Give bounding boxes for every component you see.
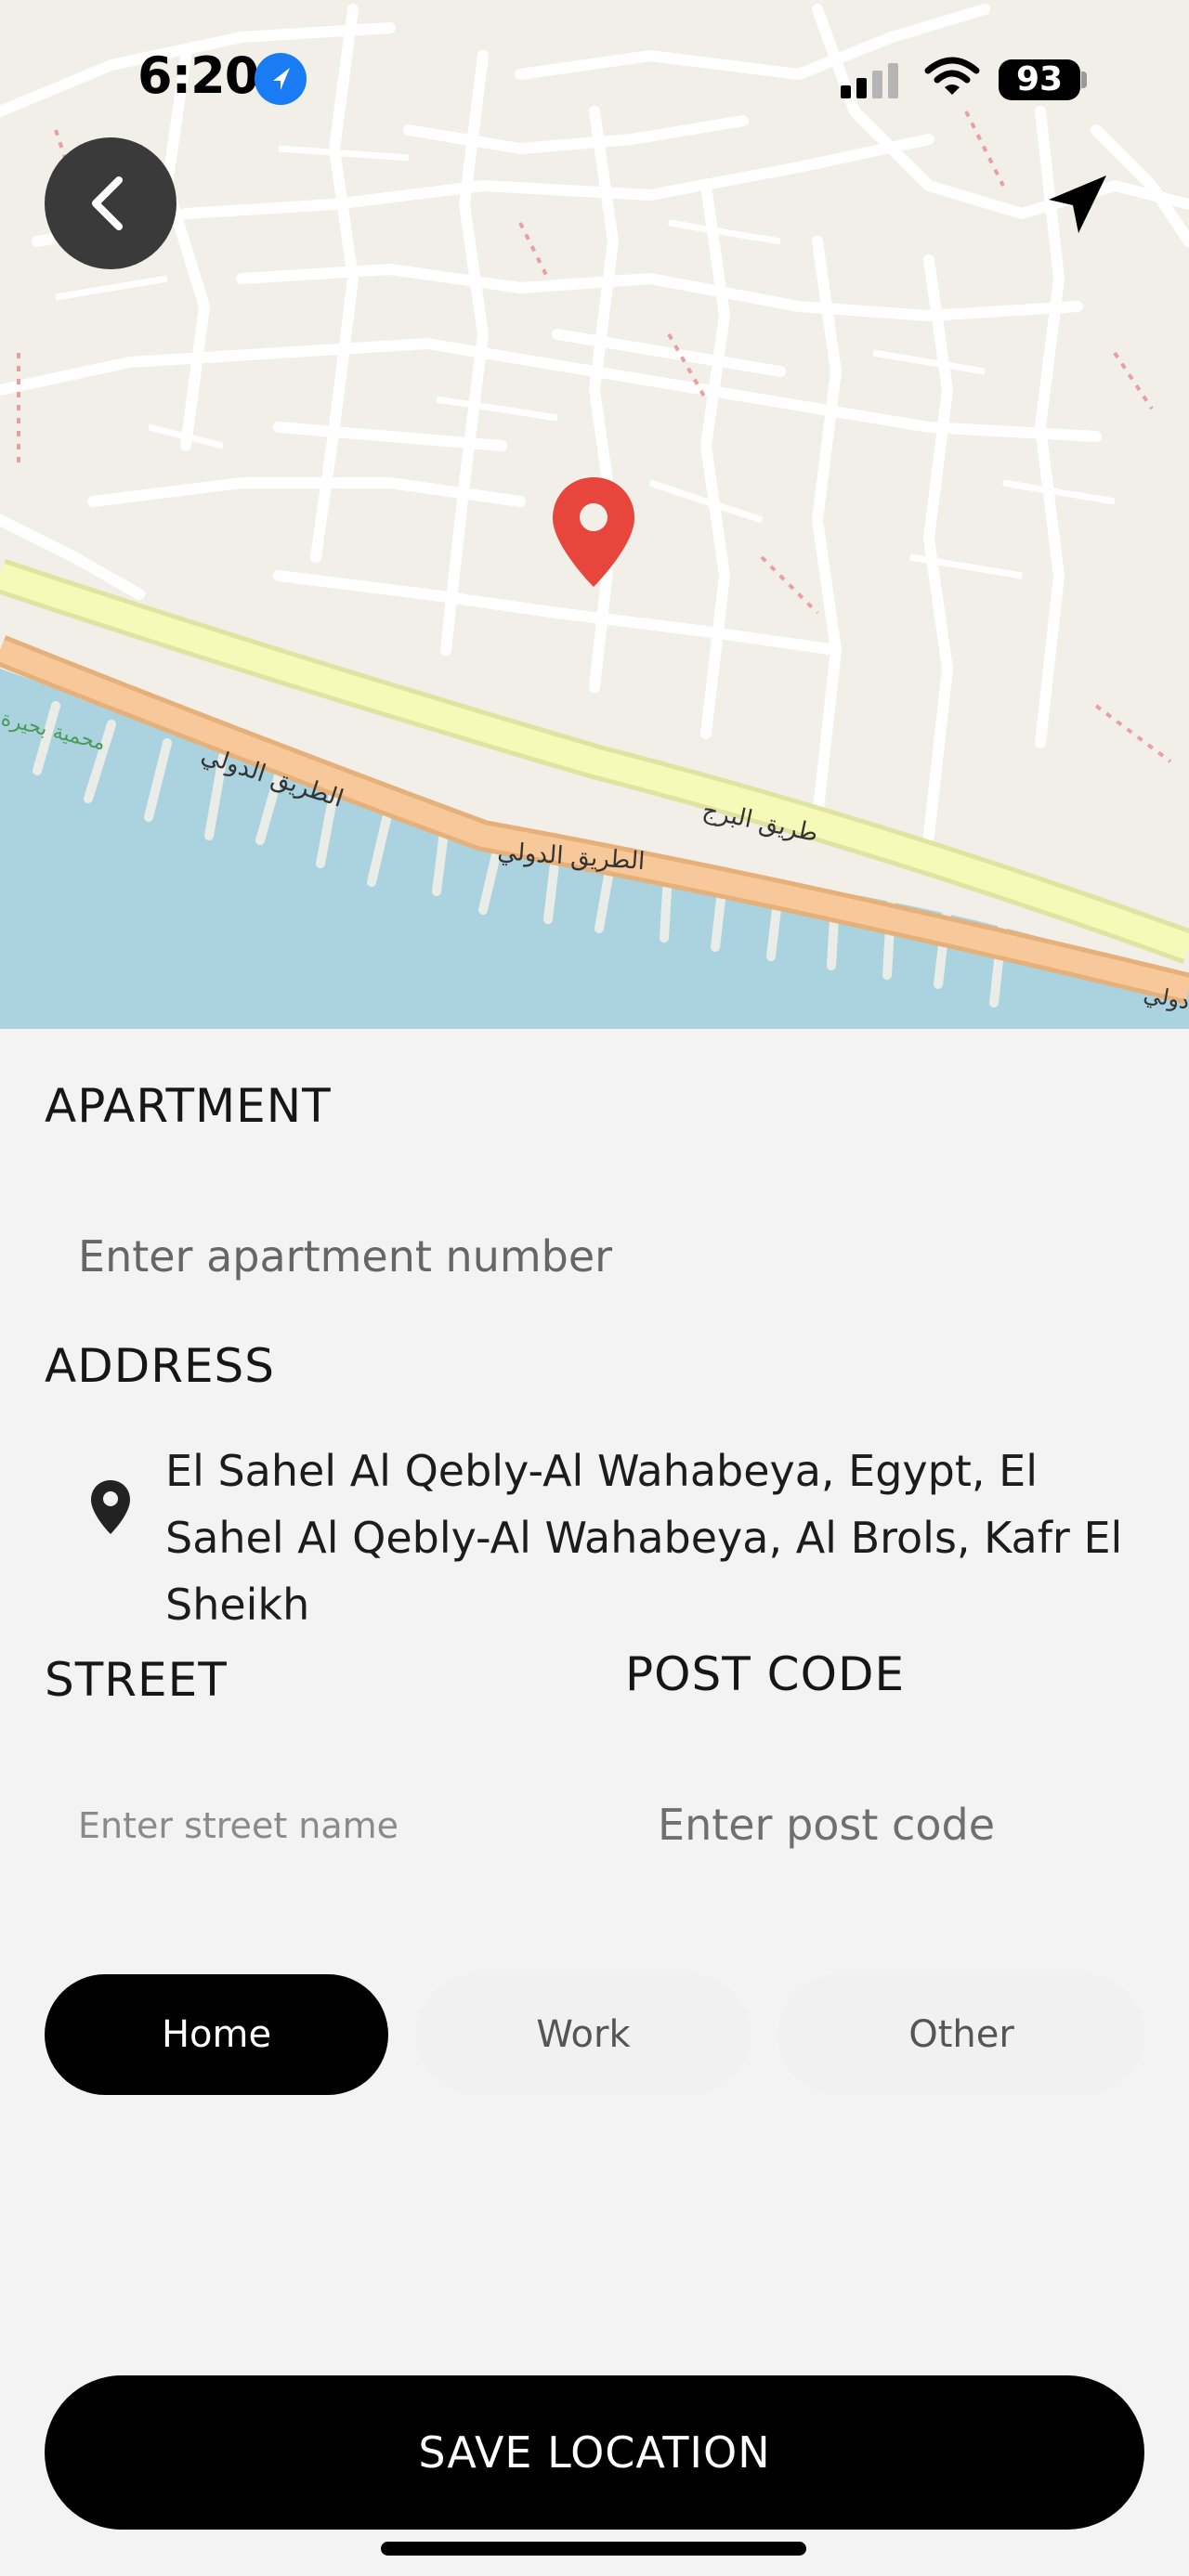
apartment-input[interactable] [78,1224,1146,1289]
back-button[interactable] [45,137,176,269]
street-input[interactable] [78,1796,561,1855]
home-indicator [381,2542,806,2556]
post-code-input[interactable] [658,1792,1141,1857]
address-value[interactable]: El Sahel Al Qebly-Al Wahabeya, Egypt, El… [165,1438,1169,1638]
map-view[interactable]: محمية بحيرة الطريق الدولي طريق البرج الط… [0,0,1189,1029]
save-location-button[interactable]: SAVE LOCATION [45,2375,1144,2530]
map-pin-icon [549,475,638,592]
current-location-button[interactable] [1045,172,1110,241]
address-label: ADDRESS [45,1339,276,1393]
location-arrow-icon [255,53,307,105]
apartment-label: APARTMENT [45,1079,332,1133]
battery-nub [1081,72,1087,88]
navigation-arrow-icon [1049,176,1106,233]
chevron-left-icon [92,176,123,230]
address-type-work[interactable]: Work [416,1974,751,2095]
address-type-other[interactable]: Other [778,1974,1144,2095]
status-time: 6:20 [137,46,259,105]
post-code-label: POST CODE [625,1647,906,1701]
location-pin-icon [89,1478,132,1540]
street-label: STREET [45,1653,228,1707]
address-type-home[interactable]: Home [45,1974,388,2095]
battery-icon: 93 [999,59,1080,100]
cellular-signal-icon [841,63,906,104]
wifi-icon [924,56,980,102]
battery-level: 93 [1015,60,1064,98]
